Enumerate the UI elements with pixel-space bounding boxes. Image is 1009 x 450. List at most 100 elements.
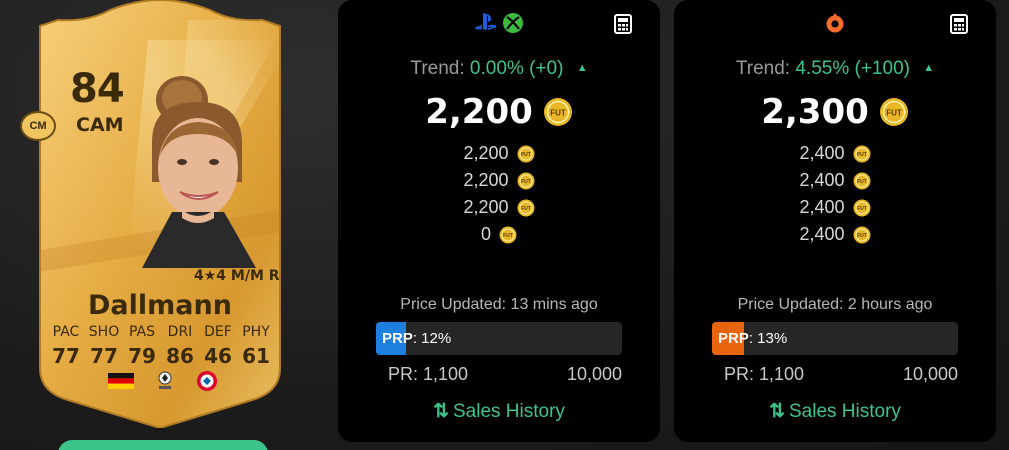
price-updated-text: Price Updated: 13 mins ago — [400, 296, 598, 313]
price-range: PR: 1,100 10,000 — [724, 364, 958, 385]
stat-labels: PAC SHO PAS DRI DEF PHY — [48, 324, 274, 340]
current-price: 2,200 FUT — [338, 92, 660, 132]
stat-value: 77 — [90, 344, 118, 368]
stat-values: 77 77 79 86 46 61 — [48, 344, 274, 368]
list-item: 2,400 FUT — [674, 194, 996, 221]
trend-line: Trend: 0.00% (+0) ▲ — [338, 58, 660, 80]
trend-value: 0.00% (+0) — [469, 58, 564, 79]
svg-text:FUT: FUT — [857, 206, 867, 212]
platform-icons — [338, 12, 660, 34]
current-price: 2,300 FUT — [674, 92, 996, 132]
fut-coin-icon: FUT — [853, 172, 871, 189]
list-item: 2,200 FUT — [338, 167, 660, 194]
price-panel-pc: Trend: 4.55% (+100) ▲ 2,300 FUT 2,400 FU… — [674, 0, 996, 442]
playstation-icon — [475, 13, 497, 30]
sales-history-link[interactable]: ⇅ Sales History — [338, 400, 660, 423]
fut-coin-icon: FUT — [543, 98, 572, 126]
price-range-max: 10,000 — [902, 364, 958, 384]
stat-value: 77 — [52, 344, 80, 368]
svg-text:FUT: FUT — [521, 152, 531, 158]
fut-coin-icon: FUT — [879, 98, 908, 126]
current-price-value: 2,200 — [425, 92, 533, 132]
list-item: 2,400 FUT — [674, 167, 996, 194]
prp-progress-bar: PRP: 12% — [376, 322, 622, 355]
price-value: 2,400 — [799, 224, 845, 244]
price-list: 2,400 FUT 2,400 FUT 2,400 FUT 2,400 FUT — [674, 140, 996, 248]
trend-up-icon: ▲ — [576, 62, 588, 74]
svg-text:FUT: FUT — [857, 152, 867, 158]
fut-coin-icon: FUT — [499, 226, 517, 243]
calculator-icon[interactable] — [614, 14, 632, 34]
svg-text:FUT: FUT — [503, 233, 513, 239]
league-badge-icon — [158, 371, 172, 389]
germany-flag-icon — [108, 373, 134, 389]
svg-text:FUT: FUT — [886, 109, 902, 118]
fut-coin-icon: FUT — [517, 199, 535, 216]
xbox-icon — [503, 13, 523, 33]
stat-value: 86 — [166, 344, 194, 368]
skills-weakfoot-workrate: 4★4 M/M R — [194, 268, 280, 284]
price-range-min: PR: 1,100 — [724, 364, 805, 384]
svg-text:FUT: FUT — [550, 109, 566, 118]
alt-position-badge[interactable]: CM — [20, 111, 56, 141]
svg-text:FUT: FUT — [857, 179, 867, 185]
price-panel-console: Trend: 0.00% (+0) ▲ 2,200 FUT 2,200 FUT … — [338, 0, 660, 442]
stat-label: SHO — [88, 324, 120, 340]
sales-history-link[interactable]: ⇅ Sales History — [674, 400, 996, 423]
sales-history-label: Sales History — [453, 401, 565, 422]
sales-history-label: Sales History — [789, 401, 901, 422]
list-item: 2,200 FUT — [338, 194, 660, 221]
origin-icon — [826, 13, 844, 33]
player-position: CAM — [76, 114, 124, 136]
stat-label: PHY — [242, 324, 270, 340]
price-range-min: PR: 1,100 — [388, 364, 469, 384]
fut-coin-icon: FUT — [853, 226, 871, 243]
price-range: PR: 1,100 10,000 — [388, 364, 622, 385]
prp-text: PRP: 13% — [718, 330, 788, 347]
player-rating: 84 — [70, 66, 125, 112]
price-value: 2,200 — [463, 197, 509, 217]
fut-coin-icon: FUT — [853, 199, 871, 216]
price-value: 2,200 — [463, 143, 509, 163]
prp-progress-bar: PRP: 13% — [712, 322, 958, 355]
list-item: 2,200 FUT — [338, 140, 660, 167]
trend-label: Trend: — [735, 58, 791, 79]
price-list: 2,200 FUT 2,200 FUT 2,200 FUT 0 FUT — [338, 140, 660, 248]
trend-line: Trend: 4.55% (+100) ▲ — [674, 58, 996, 80]
fut-coin-icon: FUT — [517, 172, 535, 189]
list-item: 2,400 FUT — [674, 140, 996, 167]
calculator-icon[interactable] — [950, 14, 968, 34]
current-price-value: 2,300 — [761, 92, 869, 132]
list-item: 2,400 FUT — [674, 221, 996, 248]
trend-value: 4.55% (+100) — [795, 58, 910, 79]
stat-label: DEF — [204, 324, 232, 340]
stat-value: 61 — [242, 344, 270, 368]
prp-text: PRP: 12% — [382, 330, 452, 347]
stat-label: PAC — [52, 324, 80, 340]
green-action-button[interactable] — [58, 440, 268, 450]
price-value: 2,400 — [799, 170, 845, 190]
trend-up-icon: ▲ — [923, 62, 935, 74]
price-value: 0 — [480, 224, 491, 244]
stat-label: DRI — [167, 324, 193, 340]
stat-label: PAS — [128, 324, 155, 340]
sort-arrows-icon: ⇅ — [433, 401, 449, 422]
svg-text:FUT: FUT — [857, 233, 867, 239]
stat-value: 46 — [204, 344, 232, 368]
club-badge-icon — [197, 371, 217, 391]
player-portrait — [142, 76, 256, 268]
fut-coin-icon: FUT — [853, 145, 871, 162]
card-badges — [108, 370, 218, 392]
svg-text:FUT: FUT — [521, 206, 531, 212]
fut-coin-icon: FUT — [517, 145, 535, 162]
sort-arrows-icon: ⇅ — [769, 401, 785, 422]
platform-icons — [674, 12, 996, 34]
price-value: 2,400 — [799, 197, 845, 217]
price-value: 2,200 — [463, 170, 509, 190]
stat-value: 79 — [128, 344, 156, 368]
price-value: 2,400 — [799, 143, 845, 163]
player-card[interactable]: 84 CAM CM 4★4 M/M R Dallmann PAC SHO PAS… — [18, 0, 302, 428]
svg-text:FUT: FUT — [521, 179, 531, 185]
trend-label: Trend: — [410, 58, 465, 79]
player-name: Dallmann — [88, 290, 232, 321]
